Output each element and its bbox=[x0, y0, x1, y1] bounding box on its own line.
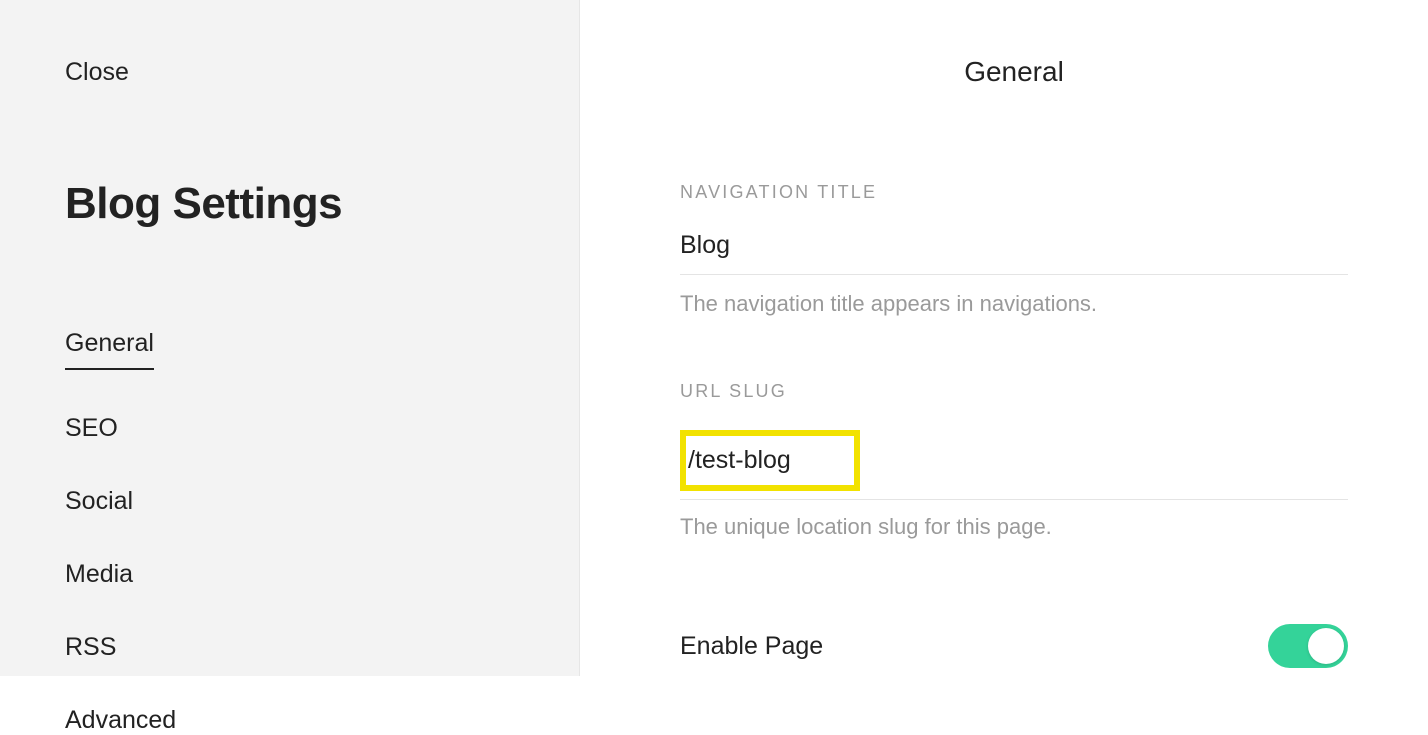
url-slug-input[interactable] bbox=[688, 446, 850, 475]
enable-page-label: Enable Page bbox=[680, 632, 823, 661]
navigation-title-group: NAVIGATION TITLE The navigation title ap… bbox=[680, 182, 1348, 317]
tab-list: General SEO Social Media RSS Advanced bbox=[65, 329, 514, 735]
tab-general[interactable]: General bbox=[65, 329, 154, 370]
tab-seo[interactable]: SEO bbox=[65, 414, 118, 443]
toggle-knob bbox=[1308, 628, 1344, 664]
url-slug-highlight bbox=[680, 430, 860, 491]
sidebar: Close Blog Settings General SEO Social M… bbox=[0, 0, 580, 676]
close-button[interactable]: Close bbox=[65, 58, 129, 87]
tab-media[interactable]: Media bbox=[65, 560, 133, 589]
navigation-title-help: The navigation title appears in navigati… bbox=[680, 291, 1348, 317]
url-slug-help: The unique location slug for this page. bbox=[680, 514, 1348, 540]
url-slug-group: URL SLUG The unique location slug for th… bbox=[680, 381, 1348, 540]
url-slug-divider bbox=[680, 499, 1348, 500]
navigation-title-label: NAVIGATION TITLE bbox=[680, 182, 1348, 203]
navigation-title-input[interactable] bbox=[680, 231, 1348, 260]
page-title: Blog Settings bbox=[65, 179, 514, 229]
enable-page-toggle[interactable] bbox=[1268, 624, 1348, 668]
main-panel: General NAVIGATION TITLE The navigation … bbox=[580, 0, 1428, 676]
tab-rss[interactable]: RSS bbox=[65, 633, 116, 662]
navigation-title-input-wrap bbox=[680, 231, 1348, 275]
url-slug-label: URL SLUG bbox=[680, 381, 1348, 402]
main-header: General bbox=[680, 56, 1348, 88]
tab-advanced[interactable]: Advanced bbox=[65, 706, 176, 735]
enable-page-row: Enable Page bbox=[680, 624, 1348, 668]
tab-social[interactable]: Social bbox=[65, 487, 133, 516]
